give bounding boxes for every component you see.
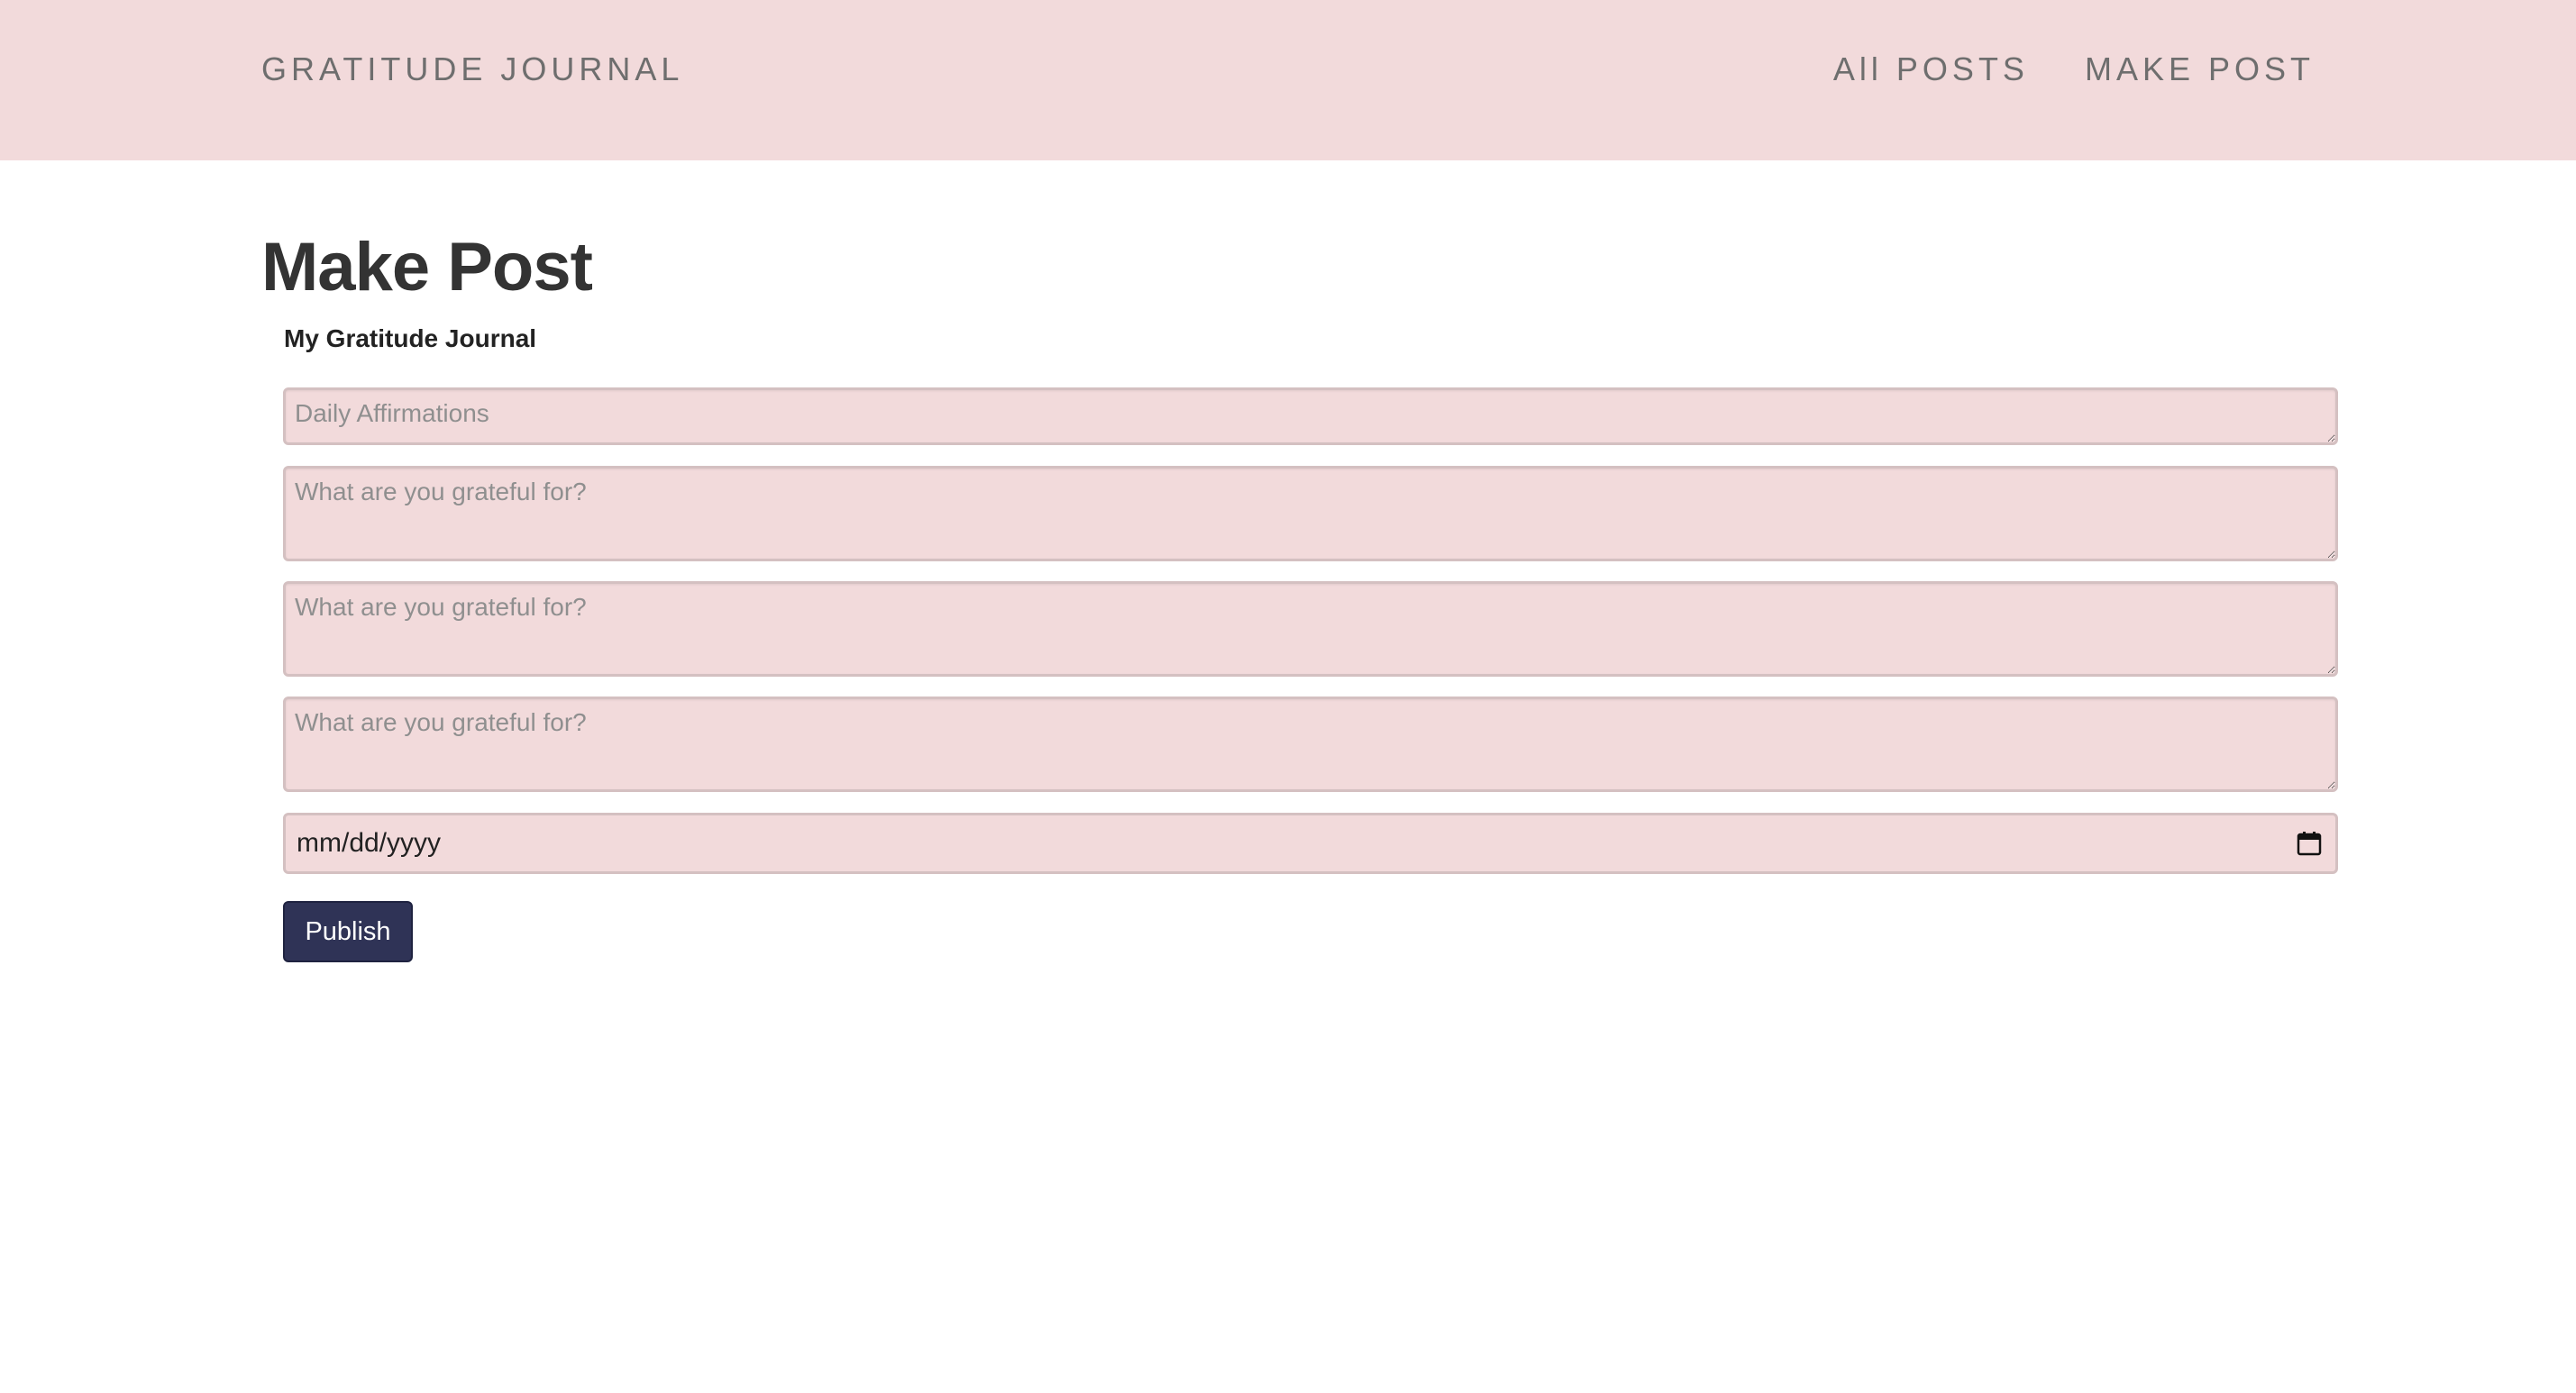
calendar-icon[interactable] bbox=[2296, 830, 2323, 857]
date-input-placeholder: mm/dd/yyyy bbox=[297, 828, 442, 858]
page-title: Make Post bbox=[261, 229, 593, 305]
grateful-field-2[interactable] bbox=[283, 581, 2338, 677]
form-heading: My Gratitude Journal bbox=[284, 324, 537, 352]
date-input[interactable]: mm/dd/yyyy bbox=[283, 813, 2338, 874]
nav-link-all-posts[interactable]: All POSTS bbox=[1833, 49, 2029, 90]
navbar: GRATITUDE JOURNAL All POSTS MAKE POST bbox=[0, 0, 2576, 160]
publish-button[interactable]: Publish bbox=[283, 901, 413, 962]
nav-links: All POSTS MAKE POST bbox=[1833, 49, 2315, 90]
brand-logo-link[interactable]: GRATITUDE JOURNAL bbox=[261, 49, 683, 90]
grateful-field-1[interactable] bbox=[283, 466, 2338, 561]
affirmation-title-field[interactable] bbox=[283, 387, 2338, 445]
nav-link-make-post[interactable]: MAKE POST bbox=[2085, 49, 2315, 90]
grateful-field-3[interactable] bbox=[283, 696, 2338, 792]
